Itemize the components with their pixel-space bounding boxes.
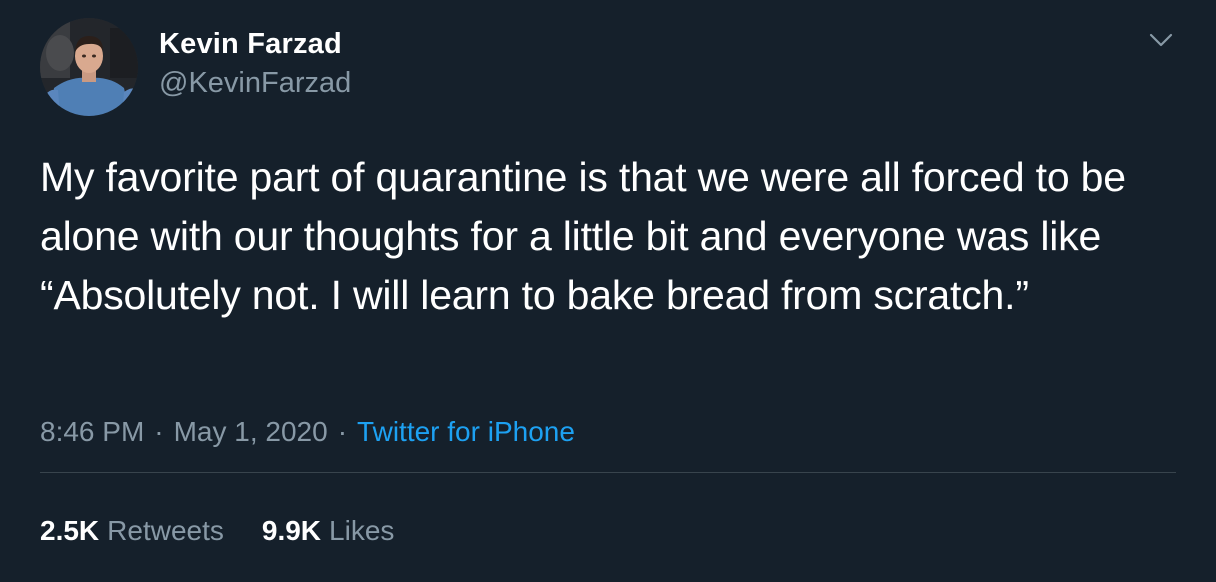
divider <box>40 472 1176 473</box>
author-display-name[interactable]: Kevin Farzad <box>159 28 342 61</box>
tweet-source-link[interactable]: Twitter for iPhone <box>357 416 575 447</box>
retweets-label: Retweets <box>107 515 224 546</box>
meta-separator: · <box>337 416 348 447</box>
tweet-text: My favorite part of quarantine is that w… <box>40 154 1126 318</box>
tweet-card: Kevin Farzad @KevinFarzad My favorite pa… <box>0 0 1216 582</box>
avatar[interactable] <box>40 18 138 116</box>
likes-label: Likes <box>329 515 395 546</box>
tweet-metadata: 8:46 PM · May 1, 2020 · Twitter for iPhone <box>40 416 575 448</box>
meta-separator: · <box>154 416 164 447</box>
author-handle[interactable]: @KevinFarzad <box>159 67 351 100</box>
likes-count: 9.9K <box>261 515 322 546</box>
avatar-image <box>40 18 138 116</box>
retweets-stat[interactable]: 2.5K Retweets <box>40 515 224 547</box>
chevron-down-icon[interactable] <box>1147 30 1175 50</box>
tweet-date[interactable]: May 1, 2020 <box>174 416 328 447</box>
likes-stat[interactable]: 9.9K Likes <box>262 515 395 547</box>
tweet-stats: 2.5K Retweets 9.9K Likes <box>40 515 394 547</box>
tweet-time[interactable]: 8:46 PM <box>40 416 144 447</box>
retweets-count: 2.5K <box>40 515 100 546</box>
